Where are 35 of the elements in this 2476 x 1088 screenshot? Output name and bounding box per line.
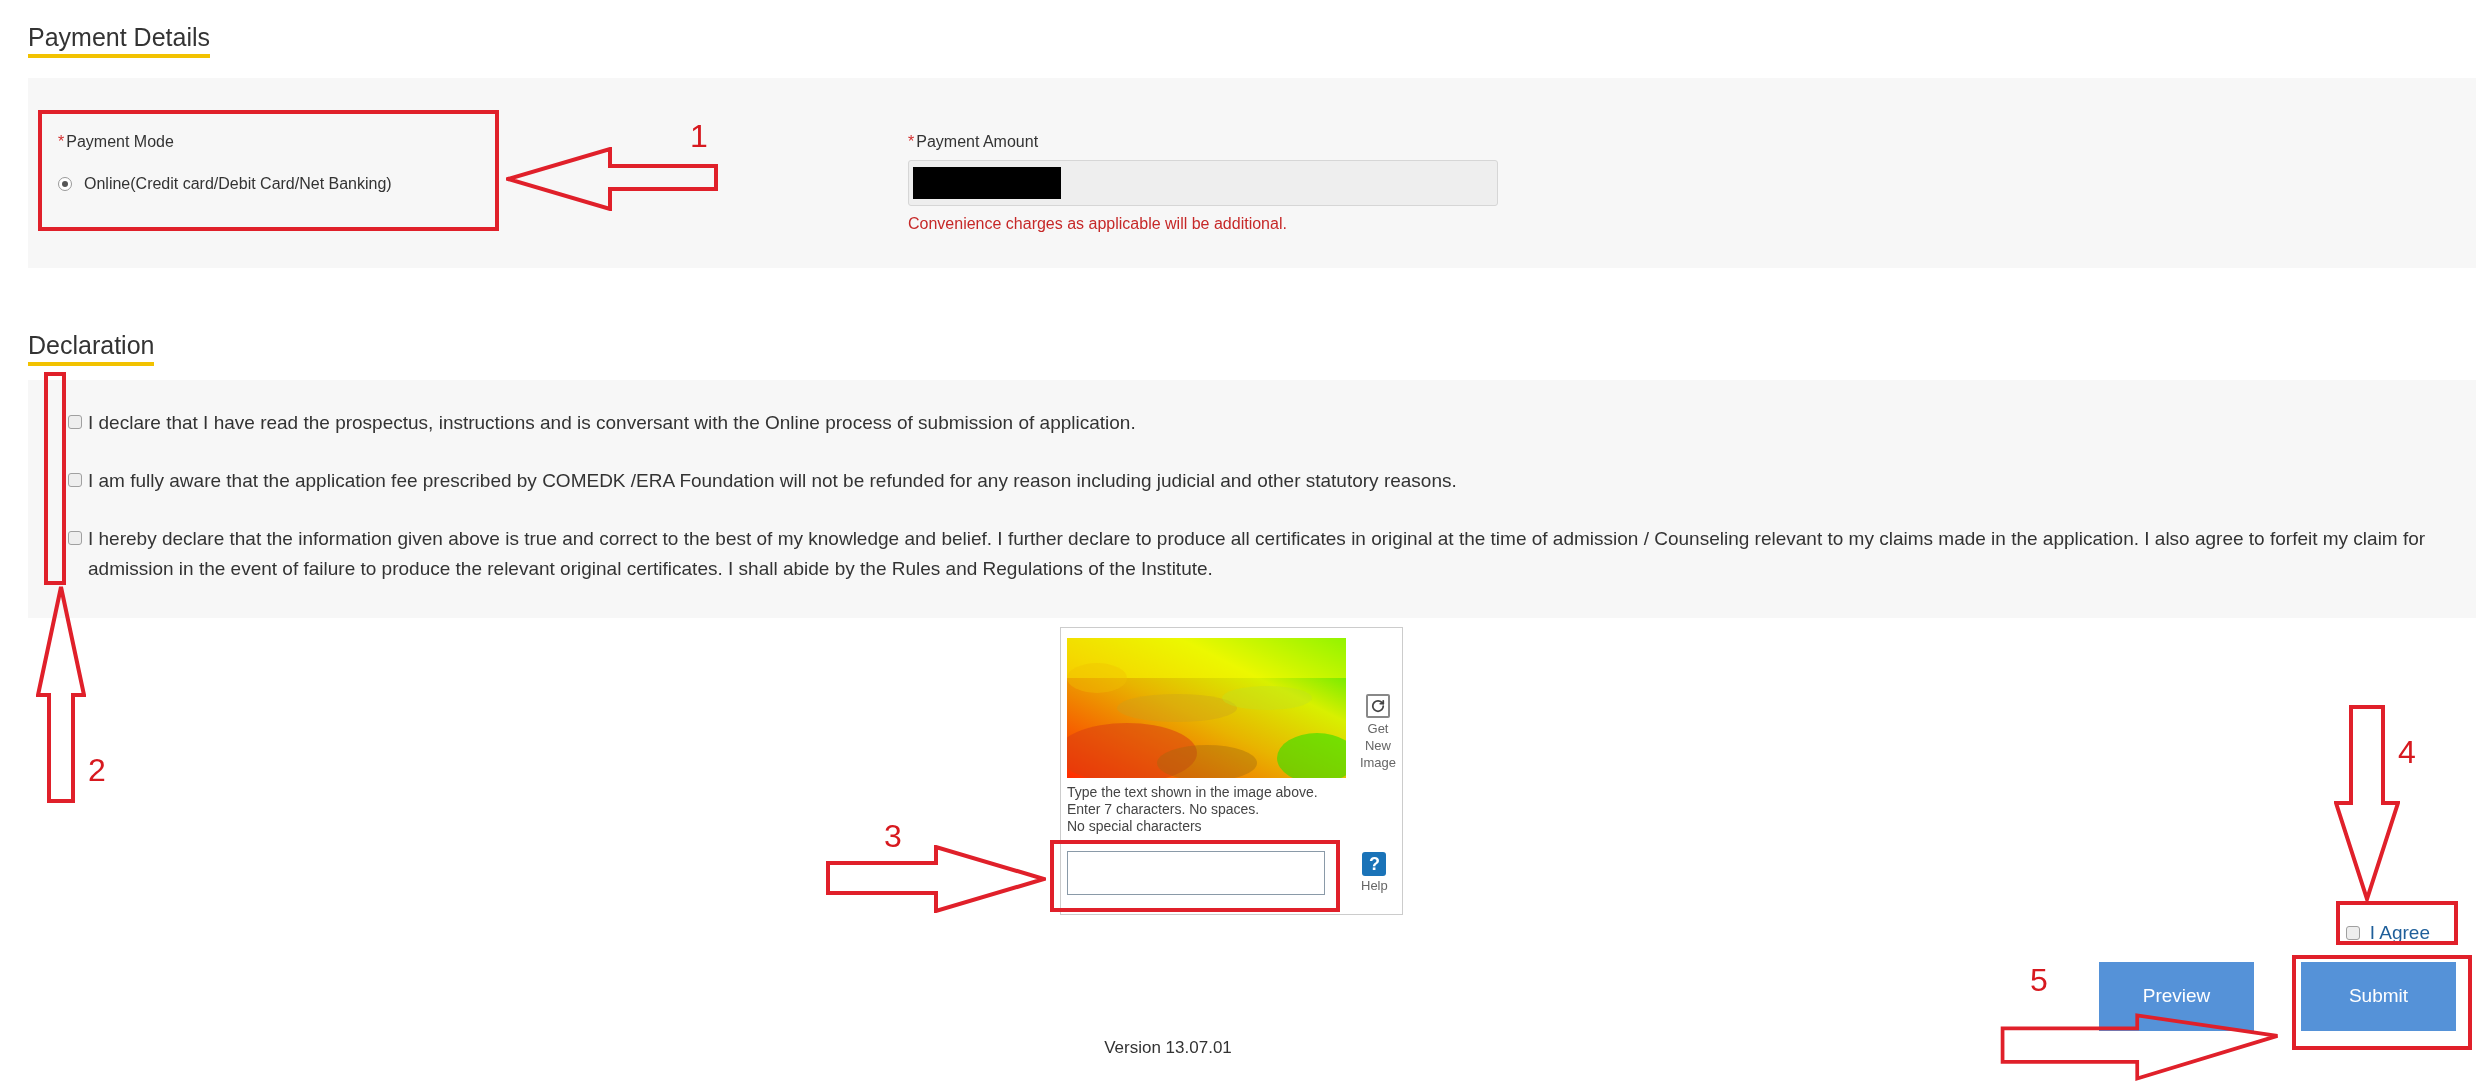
field-label: Payment Mode (66, 132, 174, 152)
instruction-text: Enter 7 characters. No spaces. (1067, 801, 1261, 818)
amount-field[interactable] (908, 160, 1498, 206)
submit-button[interactable]: Submit (2301, 961, 2456, 1031)
declaration-text: I declare that I have read the prospectus, instructions and is conversant with the Online process of submission of application. (88, 411, 1136, 435)
preview-button[interactable]: Preview (2099, 961, 2254, 1031)
checkbox[interactable] (68, 531, 82, 545)
refresh-icon (1371, 699, 1385, 713)
required-mark: * (58, 132, 65, 152)
field-label: Payment Amount (916, 132, 1039, 152)
help-button[interactable]: ? (1362, 851, 1387, 876)
section-heading: Declaration (28, 330, 155, 366)
step-number: 4 (2398, 733, 2416, 772)
refresh-button[interactable] (1366, 694, 1390, 718)
step-number: 2 (88, 751, 106, 790)
required-mark: * (908, 132, 915, 152)
radio-label: Online(Credit card/Debit Card/Net Banking) (84, 174, 392, 194)
captcha-input[interactable] (1067, 851, 1325, 895)
agree-label: I Agree (2369, 921, 2430, 945)
radio-button[interactable] (58, 177, 72, 191)
instruction-text: No special characters (1067, 818, 1203, 835)
note-text: Convenience charges as applicable will be additional. (908, 214, 1288, 234)
help-label: Help (1361, 876, 1388, 895)
checkbox[interactable] (68, 415, 82, 429)
checkbox[interactable] (2345, 926, 2360, 941)
instruction-text: Type the text shown in the image above. (1067, 784, 1319, 801)
refresh-link[interactable]: Get New Image (1358, 720, 1398, 771)
version-text: Version 13.07.01 (1104, 1036, 1232, 1059)
step-number: 3 (884, 817, 902, 856)
declaration-text: I hereby declare that the information given above is true and correct to the best of my knowledge and belief. I further declare to produce all certificates in original at the time of admission / Counseling relevant to my claims made in the application. I also agree to forfeit my claim for admission in the event of failure to produce the relevant original certificates. I shall abide by the Rules and Regulations of the Institute. (88, 527, 2427, 581)
checkbox[interactable] (68, 473, 82, 487)
step-number: 1 (690, 117, 708, 156)
declaration-text: I am fully aware that the application fee prescribed by COMEDK /ERA Foundation will not be refunded for any reason including judicial and other statutory reasons. (88, 469, 1457, 493)
step-number: 5 (2030, 961, 2048, 1000)
section-heading: Payment Details (28, 22, 211, 58)
